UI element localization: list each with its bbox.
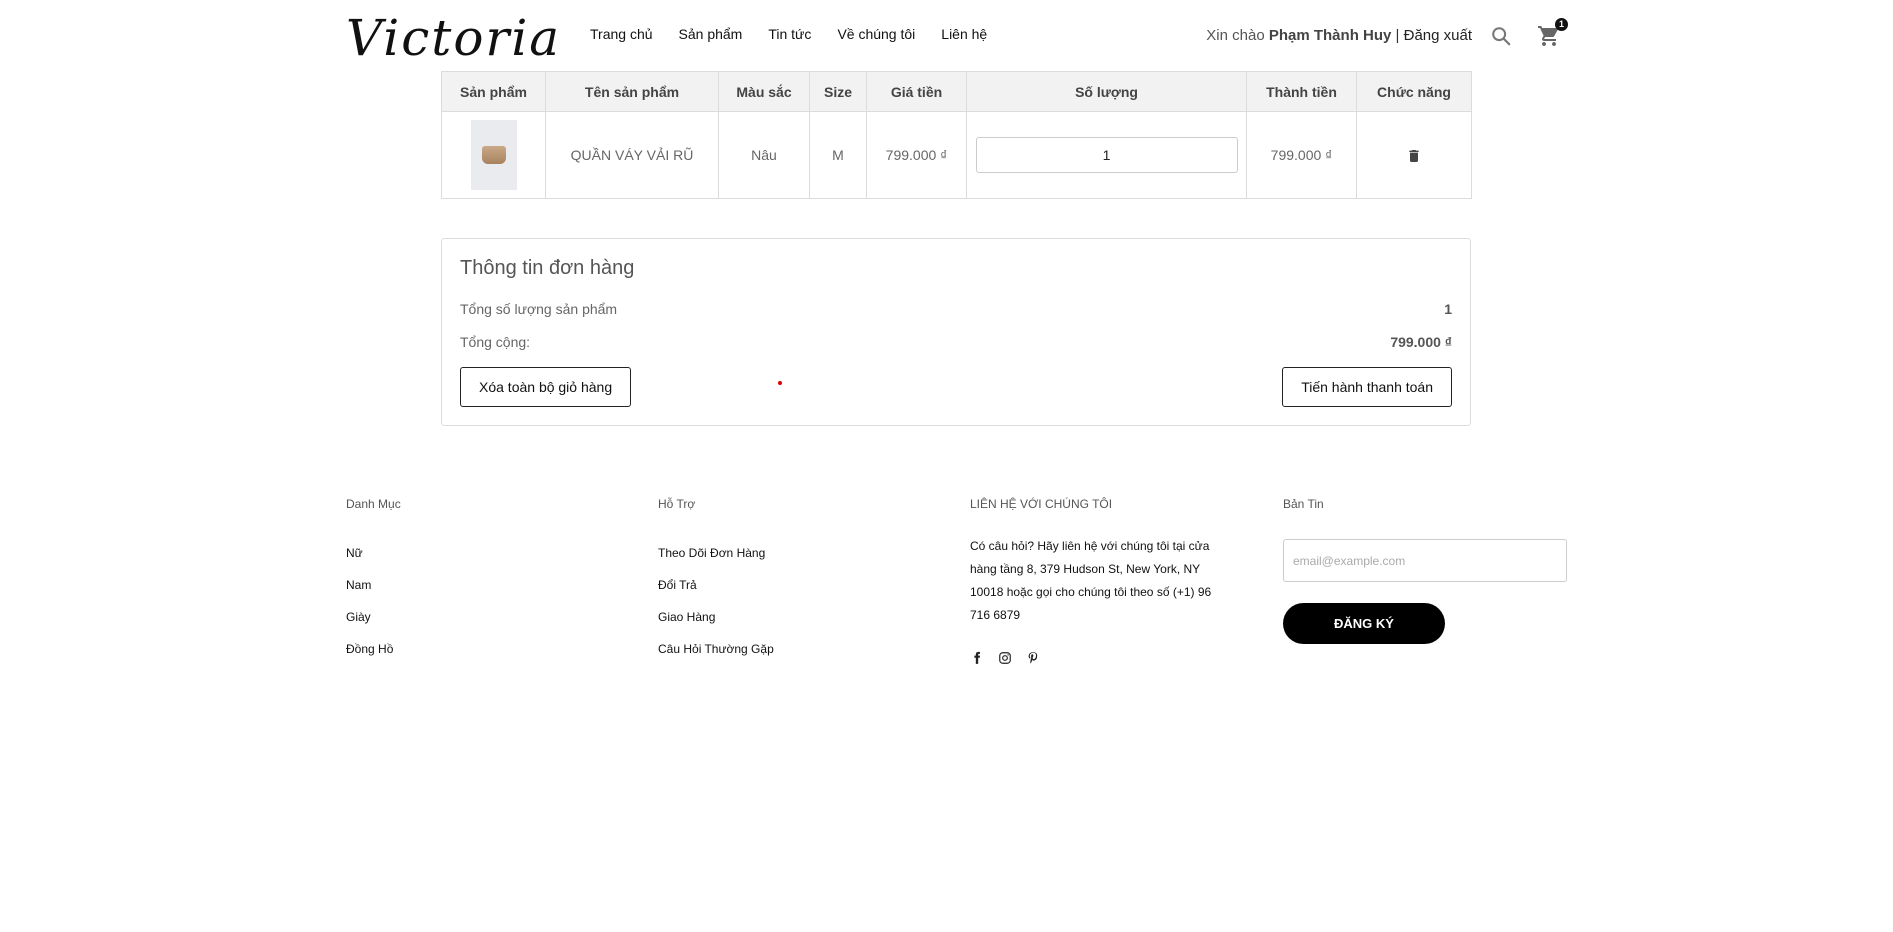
footer-newsletter-title: Bản Tin [1283,497,1324,511]
footer-categories: Danh Mục Nữ Nam Giày Đồng Hồ [346,497,401,675]
footer-link-women[interactable]: Nữ [346,547,401,560]
col-header-quantity: Số lượng [966,71,1247,112]
subscribe-button[interactable]: ĐĂNG KÝ [1283,603,1445,644]
product-total: 799.000 ₫ [1246,111,1357,199]
order-summary: Thông tin đơn hàng Tổng số lượng sản phẩ… [441,238,1471,426]
footer-support-title: Hỗ Trợ [658,497,696,511]
footer-link-shoes[interactable]: Giày [346,611,401,624]
greeting-text: Xin chào [1206,27,1265,44]
product-color: Nâu [718,111,810,199]
footer-link-track-order[interactable]: Theo Dõi Đơn Hàng [658,547,774,560]
logout-link[interactable]: Đăng xuất [1404,27,1472,44]
instagram-icon[interactable] [998,651,1012,665]
col-header-price: Giá tiền [866,71,967,112]
actions-cell [1356,111,1472,199]
nav-item-home[interactable]: Trang chủ [590,26,653,42]
facebook-icon[interactable] [970,651,984,665]
clear-cart-button[interactable]: Xóa toàn bộ giỏ hàng [460,367,632,407]
footer-contact: LIÊN HỆ VỚI CHÚNG TÔI Có câu hỏi? Hãy li… [970,497,1218,665]
product-image-cell [441,111,546,199]
product-name: QUẦN VÁY VẢI RŨ [545,111,719,199]
col-header-name: Tên sản phẩm [545,71,719,112]
nav-item-about[interactable]: Về chúng tôi [837,26,915,42]
footer-link-faq[interactable]: Câu Hỏi Thường Gặp [658,643,774,656]
user-name[interactable]: Phạm Thành Huy [1269,27,1392,44]
footer-contact-title: LIÊN HỆ VỚI CHÚNG TÔI [970,497,1113,511]
col-header-product: Sản phẩm [441,71,546,112]
user-greeting: Xin chào Phạm Thành Huy | Đăng xuất [1206,27,1472,44]
product-size: M [809,111,867,199]
nav-item-products[interactable]: Sản phẩm [679,26,743,42]
total-quantity-label: Tổng số lượng sản phẩm [460,301,618,317]
main-nav: Trang chủ Sản phẩm Tin tức Về chúng tôi … [590,26,987,42]
contact-text: Có câu hỏi? Hãy liên hệ với chúng tôi tạ… [970,539,1212,622]
nav-item-contact[interactable]: Liên hệ [941,26,987,42]
order-summary-title: Thông tin đơn hàng [460,257,635,279]
social-links [970,651,1218,665]
checkout-button[interactable]: Tiến hành thanh toán [1282,367,1452,407]
search-icon[interactable] [1490,25,1512,47]
nav-item-news[interactable]: Tin tức [768,26,811,42]
col-header-color: Màu sắc [718,71,810,112]
product-thumbnail[interactable] [470,120,517,190]
col-header-total: Thành tiền [1246,71,1357,112]
trash-icon[interactable] [1406,148,1422,164]
footer-categories-title: Danh Mục [346,497,401,511]
separator: | [1395,27,1400,44]
footer-link-shipping[interactable]: Giao Hàng [658,611,774,624]
footer-support: Hỗ Trợ Theo Dõi Đơn Hàng Đổi Trả Giao Hà… [658,497,774,675]
product-price: 799.000 ₫ [866,111,967,199]
col-header-size: Size [809,71,867,112]
footer-link-watches[interactable]: Đồng Hồ [346,643,401,656]
footer-link-returns[interactable]: Đổi Trả [658,579,774,592]
footer-link-men[interactable]: Nam [346,579,401,592]
cart-count-badge: 1 [1555,18,1568,31]
total-price-row: Tổng cộng: 799.000 ₫ [460,334,1452,350]
total-price-label: Tổng cộng: [460,334,531,350]
table-header-row: Sản phẩm Tên sản phẩm Màu sắc Size Giá t… [441,71,1472,112]
total-quantity-row: Tổng số lượng sản phẩm 1 [460,301,1452,317]
quantity-input[interactable] [975,137,1238,173]
table-row: QUẦN VÁY VẢI RŨ Nâu M 799.000 ₫ 799.000 … [441,111,1472,199]
total-quantity-value: 1 [1444,301,1452,317]
col-header-actions: Chức năng [1356,71,1472,112]
newsletter-email-input[interactable] [1283,539,1567,582]
site-header: Victoria Trang chủ Sản phẩm Tin tức Về c… [0,0,1893,72]
cart-table: Sản phẩm Tên sản phẩm Màu sắc Size Giá t… [441,71,1472,199]
footer-newsletter: Bản Tin ĐĂNG KÝ [1283,497,1567,644]
total-price-value: 799.000 ₫ [1390,334,1452,350]
red-dot [778,381,782,385]
logo[interactable]: Victoria [346,8,561,68]
quantity-cell [966,111,1247,199]
pinterest-icon[interactable] [1026,651,1040,665]
